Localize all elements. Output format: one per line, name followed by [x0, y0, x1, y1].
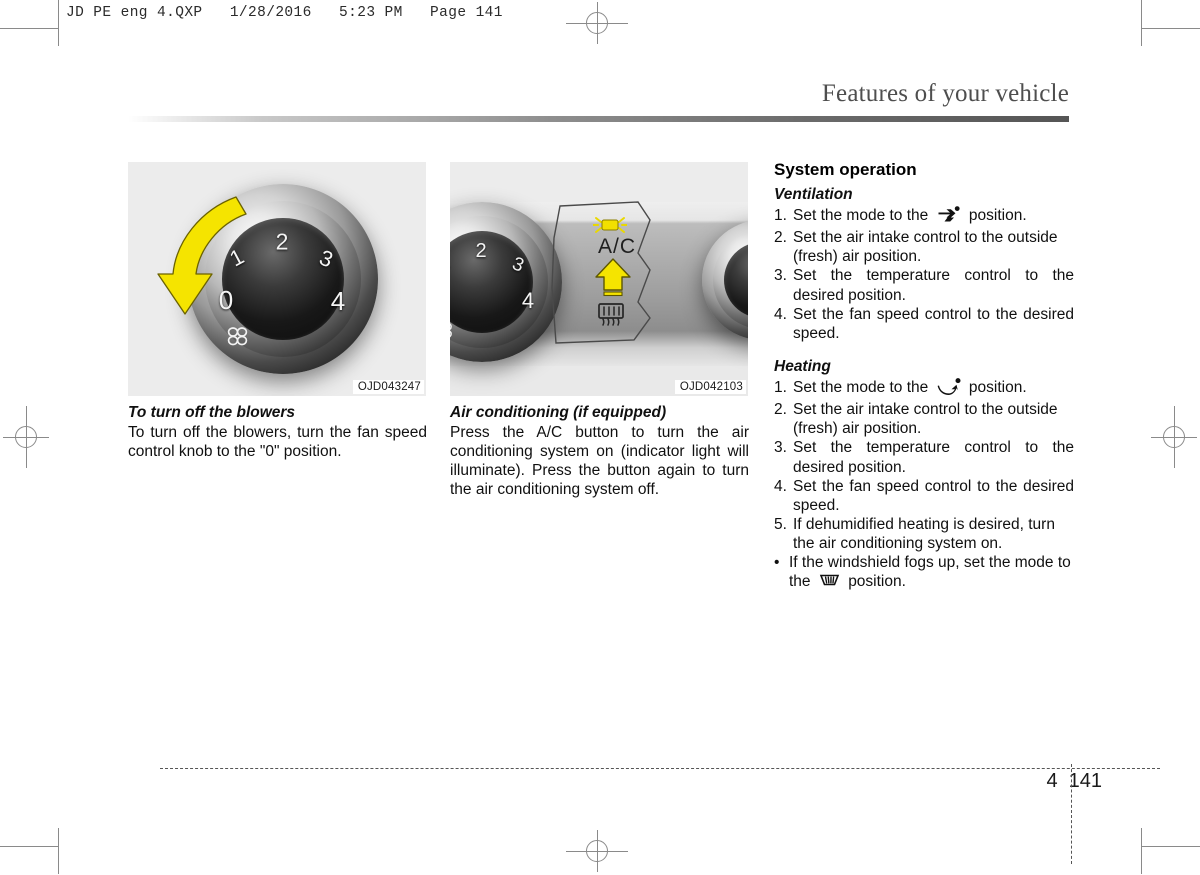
prepress-file-header: JD PE eng 4.QXP 1/28/2016 5:23 PM Page 1… [66, 5, 503, 21]
registration-mark-top [566, 2, 628, 44]
crop-mark-br-v [1141, 828, 1142, 874]
figure-fan-speed-knob: 0 1 2 3 4 OJD043247 [128, 162, 426, 396]
crop-mark-bl-h [0, 846, 58, 847]
step-text-post: position. [848, 573, 906, 591]
registration-mark-left [3, 406, 49, 468]
step-text-post: position. [968, 207, 1027, 224]
panel-top-gap [450, 162, 748, 202]
face-vent-mode-icon [937, 206, 961, 228]
crop-mark-tl-h [0, 28, 58, 29]
heating-steps: 1. Set the mode to the position. 2. Set … [774, 378, 1074, 595]
footer-vertical-divider [1071, 764, 1073, 864]
temperature-knob-partial[interactable] [702, 220, 748, 340]
step-number: 3. [774, 267, 787, 285]
step-number: 5. [774, 515, 787, 533]
list-item: 5. If dehumidified heating is desired, t… [774, 515, 1074, 553]
step-text-pre: Set the mode to the [793, 378, 929, 396]
step-text: If the windshield fogs up, set the mode … [789, 553, 1074, 594]
list-item: 3. Set the temperature control to the de… [774, 438, 1074, 476]
heating-subtitle: Heating [774, 357, 831, 375]
knob-number-4: 4 [521, 288, 535, 313]
fan-blower-icon [450, 321, 454, 345]
step-text: Set the temperature control to the desir… [793, 439, 1074, 476]
crop-mark-tr-v [1141, 0, 1142, 46]
step-text: Set the fan speed control to the desired… [793, 305, 1074, 342]
yellow-up-arrow [595, 258, 631, 297]
step-text: If dehumidified heating is desired, turn… [793, 515, 1055, 553]
step-text: Set the mode to the position. [793, 206, 1074, 228]
list-item: 4. Set the fan speed control to the desi… [774, 477, 1074, 515]
knob-number-2: 2 [475, 240, 487, 262]
left-column-heading: To turn off the blowers [128, 404, 296, 421]
crop-mark-bl-v [58, 828, 59, 874]
step-text: Set the air intake control to the outsid… [793, 229, 1058, 266]
step-text: Set the air intake control to the outsid… [793, 401, 1058, 438]
defrost-mode-icon [819, 572, 840, 594]
step-bullet: • [774, 554, 780, 572]
list-item: 3. Set the temperature control to the de… [774, 266, 1074, 304]
running-head-title: Features of your vehicle [821, 80, 1069, 107]
left-text-column: To turn off the blowers To turn off the … [128, 404, 427, 462]
crop-mark-br-h [1142, 846, 1200, 847]
step-number: 4. [774, 305, 787, 323]
figure-code-1: OJD043247 [352, 380, 424, 394]
rear-defroster-icon[interactable] [596, 302, 626, 333]
step-text: Set the temperature control to the desir… [793, 267, 1074, 304]
counterclockwise-yellow-arrow [157, 196, 247, 315]
left-column-body: To turn off the blowers, turn the fan sp… [128, 424, 427, 460]
list-item: 1. Set the mode to the position. [774, 206, 1074, 228]
step-text: Set the mode to the position. [793, 378, 1074, 400]
step-text-post: position. [968, 378, 1027, 396]
figure-code-2: OJD042103 [674, 380, 746, 394]
step-number: 1. [774, 207, 787, 224]
ventilation-steps: 1. Set the mode to the position. 2. Set … [774, 206, 1074, 343]
folio-number: 141 [1068, 770, 1102, 792]
list-item: 2. Set the air intake control to the out… [774, 228, 1074, 266]
running-head-rule [128, 116, 1069, 122]
floor-vent-mode-icon [937, 378, 961, 400]
crop-mark-tl-v [58, 0, 59, 46]
chapter-number: 4 [1046, 770, 1058, 792]
step-number: 1. [774, 378, 787, 396]
step-number: 4. [774, 477, 787, 495]
section-title: System operation [774, 160, 917, 179]
list-item: 4. Set the fan speed control to the desi… [774, 305, 1074, 343]
registration-mark-bottom [566, 830, 628, 872]
list-item: 2. Set the air intake control to the out… [774, 400, 1074, 438]
figure-ac-button-panel: 0 1 2 3 4 [450, 162, 748, 396]
step-text-pre: Set the mode to the [793, 207, 929, 224]
page-number: 4 141 [1047, 770, 1103, 793]
step-number: 2. [774, 229, 787, 247]
right-text-column: System operation Ventilation 1. Set the … [774, 160, 1074, 595]
step-number: 3. [774, 439, 787, 457]
ventilation-subtitle: Ventilation [774, 186, 853, 203]
crop-mark-tr-h [1142, 28, 1200, 29]
list-item: 1. Set the mode to the position. [774, 378, 1074, 400]
registration-mark-right [1151, 406, 1197, 468]
middle-column-body: Press the A/C button to turn the air con… [450, 424, 749, 498]
ac-button-label[interactable]: A/C [598, 235, 636, 259]
step-text: Set the fan speed control to the desired… [793, 477, 1074, 514]
step-number: 2. [774, 401, 787, 419]
list-item: • If the windshield fogs up, set the mod… [774, 553, 1074, 594]
middle-text-column: Air conditioning (if equipped) Press the… [450, 404, 749, 500]
middle-column-heading: Air conditioning (if equipped) [450, 404, 667, 421]
footer-divider [160, 768, 1160, 769]
